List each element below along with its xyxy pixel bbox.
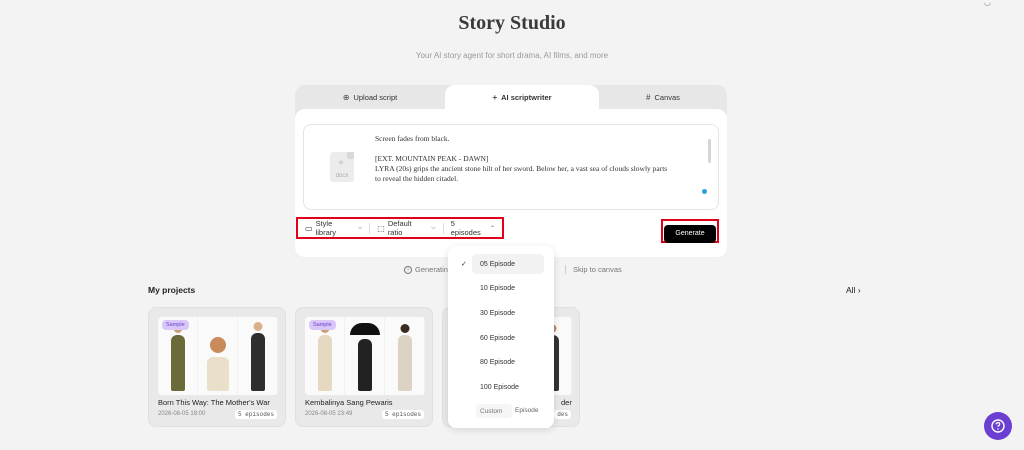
episode-option[interactable]: 100 Episode [448,377,554,397]
episode-option[interactable]: ✓ 05 Episode [448,254,554,274]
character-figure [397,335,412,391]
character-figure [357,339,372,391]
question-icon [991,419,1005,433]
custom-episode-unit: Episode [515,407,539,414]
character-figure [317,335,332,391]
add-file-icon: + [338,158,344,169]
episode-option[interactable]: 10 Episode [448,278,554,298]
character-head [400,324,409,333]
episode-option[interactable]: 60 Episode [448,328,554,348]
episode-option[interactable]: 80 Episode [448,352,554,372]
chevron-right-icon: › [857,285,861,295]
episodes-label: 5 episodes [450,219,481,237]
chevron-down-icon: ⌵ [431,224,436,231]
project-thumbnails: Sample [158,317,278,395]
character-thumbnail [198,317,238,395]
cursor-dot [702,189,707,194]
character-head [209,337,226,353]
episode-option-label: 60 Episode [480,334,516,342]
hash-icon: # [646,92,651,102]
episode-option[interactable]: 30 Episode [448,303,554,323]
all-label: All [846,285,856,295]
page-subtitle: Your AI story agent for short drama, AI … [415,51,609,60]
docx-file-icon[interactable]: + docx [330,152,354,182]
generate-button[interactable]: Generate [664,224,716,243]
script-line: Screen fades from black. [375,134,450,143]
generating-status: i Generating [404,265,452,274]
project-name: Kembalinya Sang Pewaris [305,398,393,407]
script-text[interactable]: Screen fades from black. [EXT. MOUNTAIN … [375,134,705,184]
character-thumbnail [238,317,278,395]
project-card[interactable]: Sample Born This Way: The Mother's War 2… [148,307,286,427]
script-line: [EXT. MOUNTAIN PEAK - DAWN] [375,154,489,163]
episodes-button[interactable]: 5 episodes ⌃ [444,219,502,237]
script-panel: ⊕ Upload script + AI scriptwriter # Canv… [295,85,727,257]
project-name: Born This Way: The Mother's War [158,398,270,407]
project-card[interactable]: Sample Kembalinya Sang Pewaris 2026-08-0… [295,307,433,427]
episodes-dropdown: ✓ 05 Episode 10 Episode 30 Episode 60 Ep… [448,246,554,428]
character-head [253,322,262,331]
skip-to-canvas-link[interactable]: Skip to canvas [565,265,622,274]
sample-badge: Sample [309,320,336,330]
my-projects-title: My projects [148,285,196,295]
project-episodes: des [554,410,571,419]
tab-upload-script[interactable]: ⊕ Upload script [295,85,445,109]
character-thumbnail [385,317,425,395]
all-projects-link[interactable]: All › [846,285,861,295]
sample-badge: Sample [162,320,189,330]
page-title: Story Studio [458,12,566,34]
character-figure [250,333,265,391]
ratio-label: Default ratio [387,219,412,237]
help-button[interactable] [984,412,1012,440]
skip-label: Skip to canvas [573,265,622,274]
episode-option-label: 30 Episode [480,309,516,317]
check-icon: ✓ [461,261,467,268]
custom-episode-input[interactable] [476,404,512,418]
character-figure [170,335,185,391]
project-date: 2026-08-05 23:49 [305,411,353,417]
tab-ai-scriptwriter[interactable]: + AI scriptwriter [445,85,599,109]
panel-body: + docx Screen fades from black. [EXT. MO… [295,109,727,257]
user-menu-icon[interactable]: ◡ [984,0,991,7]
project-date: 2026-08-05 18:00 [158,411,206,417]
style-icon: ▭ [305,223,313,233]
episode-option-label: 05 Episode [480,260,516,268]
script-editor[interactable]: + docx Screen fades from black. [EXT. MO… [303,124,719,210]
character-figure [206,357,229,391]
ratio-button[interactable]: ⬚ Default ratio ⌵ [370,219,443,237]
project-thumbnails: Sample [305,317,425,395]
options-toolbar: ▭ Style library ⌵ ⬚ Default ratio ⌵ 5 ep… [296,217,504,239]
script-line: to reveal the hidden citadel. [375,174,459,183]
umbrella-shape [349,323,380,335]
divider [565,265,566,274]
editor-scrollbar[interactable] [708,139,711,163]
generating-label: Generating [415,265,453,274]
script-line-blank [375,144,705,154]
tab-label: Canvas [654,92,680,102]
upload-icon: ⊕ [342,92,350,102]
tab-label: AI scriptwriter [501,92,552,102]
chevron-down-icon: ⌵ [357,224,363,231]
project-episodes: 5 episodes [234,410,277,419]
character-thumbnail [345,317,385,395]
info-icon: i [404,265,412,274]
docx-label: docx [335,173,349,179]
style-library-label: Style library [315,219,336,237]
chevron-up-icon: ⌃ [489,225,496,232]
episode-option-label: 10 Episode [480,284,516,292]
episode-option-label: 80 Episode [480,358,516,366]
script-line: LYRA (20s) grips the ancient stone hilt … [375,164,668,173]
plus-icon: + [492,92,498,102]
project-name: der [561,398,572,407]
tab-label: Upload script [353,92,398,102]
style-library-button[interactable]: ▭ Style library ⌵ [298,219,369,237]
ratio-icon: ⬚ [377,223,385,233]
generate-button-wrapper: Generate [661,219,719,243]
project-episodes: 5 episodes [381,410,424,419]
tab-canvas[interactable]: # Canvas [599,85,727,109]
episode-option-label: 100 Episode [480,383,519,391]
